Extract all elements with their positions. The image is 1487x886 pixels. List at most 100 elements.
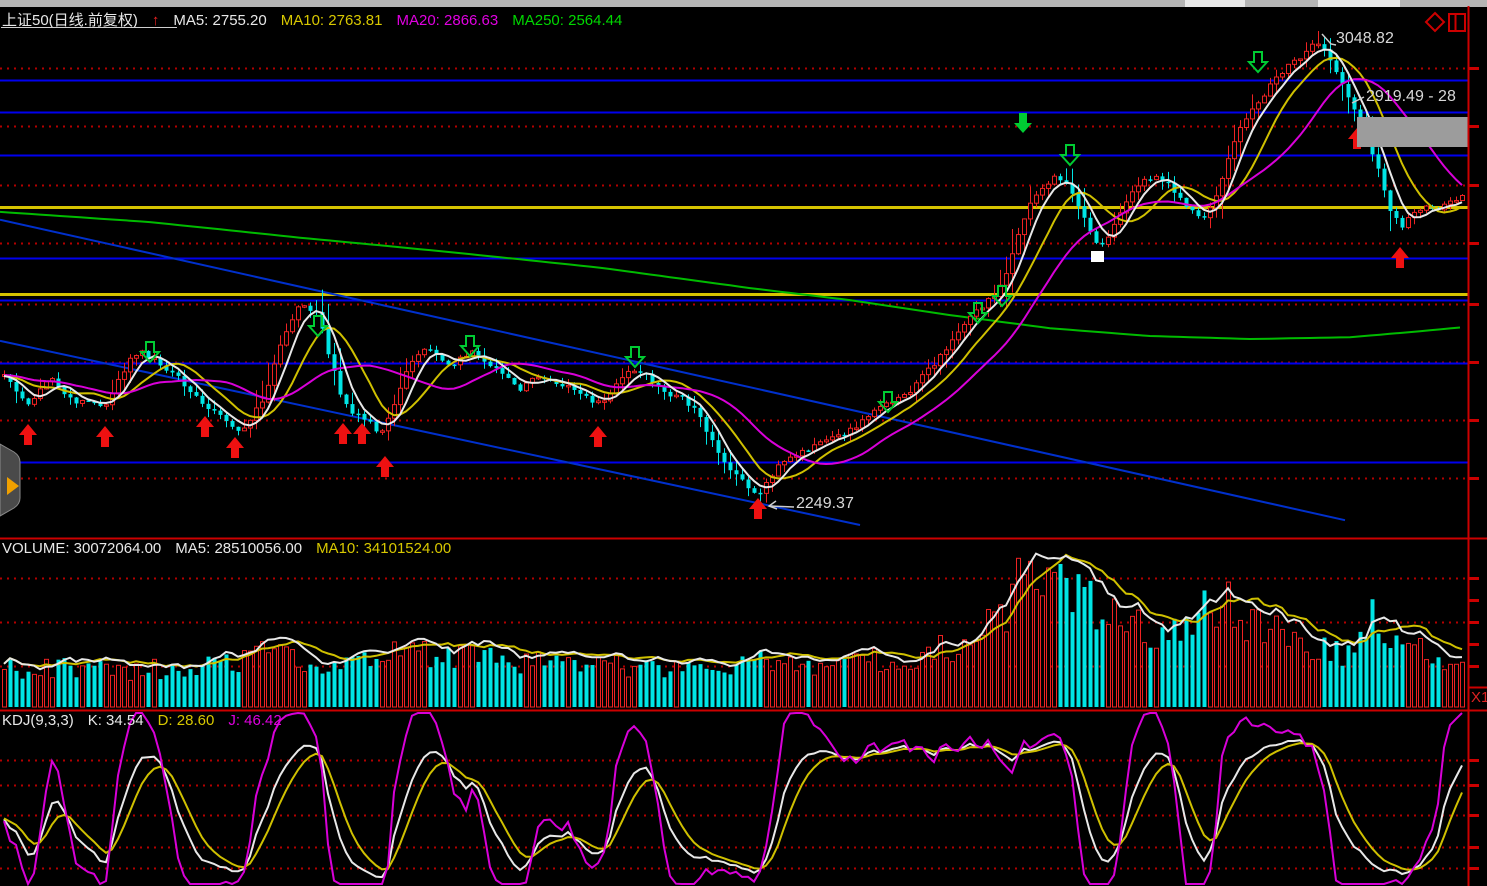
volume-bar-up <box>1233 627 1237 707</box>
volume-bar-up <box>1245 641 1249 707</box>
volume-bar-up <box>951 662 955 707</box>
candle-body-up <box>801 450 805 455</box>
volume-bar-up <box>921 652 925 707</box>
volume-bar-up <box>1107 624 1111 707</box>
volume-bar-up <box>3 669 7 707</box>
volume-bar-down <box>645 660 649 707</box>
volume-ma10-value: MA10: 34101524.00 <box>316 540 451 557</box>
volume-bar-down <box>1071 612 1075 707</box>
candle-body-up <box>963 324 967 332</box>
volume-bar-down <box>1437 657 1441 707</box>
kdj-k-value: K: 34.54 <box>88 712 144 729</box>
volume-bar-up <box>1293 632 1297 707</box>
split-window-icon[interactable] <box>1449 14 1465 31</box>
candle-body-up <box>417 355 421 362</box>
volume-bar-up <box>1035 589 1039 707</box>
volume-bar-down <box>1083 587 1087 707</box>
candle-body-down <box>1197 210 1201 216</box>
candle-body-up <box>975 310 979 316</box>
volume-bar-down <box>1401 644 1405 707</box>
volume-bar-down <box>1347 645 1351 707</box>
diamond-tool-icon[interactable] <box>1426 13 1444 31</box>
candle-body-up <box>597 401 601 403</box>
stock-chart-app: 上证50(日线.前复权)↑MA5: 2755.20MA10: 2763.81MA… <box>0 0 1487 886</box>
volume-bar-up <box>1449 664 1453 707</box>
candle-body-down <box>1383 169 1387 191</box>
buy-arrow-icon <box>589 426 607 447</box>
candle-body-up <box>777 465 781 476</box>
candle-body-up <box>1131 192 1135 202</box>
volume-bar-up <box>1011 584 1015 707</box>
volume-bar-up <box>1131 616 1135 707</box>
volume-bar-up <box>1041 596 1045 707</box>
volume-bar-up <box>1251 610 1255 707</box>
candle-body-down <box>711 432 715 440</box>
candle-body-up <box>603 401 607 403</box>
trend-line <box>0 220 1345 521</box>
volume-bar-up <box>675 661 679 707</box>
chart-canvas[interactable] <box>0 0 1487 886</box>
candle-body-up <box>1011 254 1015 274</box>
volume-bar-up <box>615 656 619 707</box>
candle-body-up <box>909 393 913 395</box>
volume-bar-down <box>453 668 457 707</box>
volume-bar-up <box>765 659 769 707</box>
sell-arrow-icon <box>1249 52 1267 72</box>
volume-bar-down <box>1065 578 1069 707</box>
volume-bar-down <box>177 671 181 707</box>
volume-bar-down <box>561 661 565 707</box>
candle-body-up <box>1107 237 1111 244</box>
candle-body-up <box>117 379 121 393</box>
volume-bar-down <box>1095 629 1099 707</box>
volume-bar-up <box>861 655 865 707</box>
candle-body-down <box>195 392 199 396</box>
candle-body-up <box>1023 219 1027 235</box>
volume-bar-down <box>57 660 61 707</box>
volume-bar-down <box>513 667 517 707</box>
candle-body-up <box>1281 74 1285 77</box>
volume-bar-up <box>243 651 247 707</box>
candle-body-down <box>21 391 25 398</box>
candle-body-down <box>27 398 31 404</box>
candle-body-down <box>75 397 79 403</box>
volume-bar-down <box>1173 619 1177 707</box>
volume-bar-down <box>1353 653 1357 707</box>
candle-body-up <box>1257 103 1261 109</box>
volume-bar-down <box>93 666 97 707</box>
volume-bar-up <box>897 669 901 707</box>
volume-bar-up <box>1455 664 1459 707</box>
volume-bar-down <box>507 662 511 707</box>
volume-bar-up <box>1275 616 1279 707</box>
volume-bar-down <box>165 675 169 707</box>
candle-body-up <box>33 399 37 405</box>
volume-bar-up <box>297 667 301 707</box>
volume-bar-down <box>519 673 523 707</box>
volume-bar-up <box>1281 629 1285 707</box>
candle-body-down <box>237 427 241 431</box>
candle-body-up <box>1137 186 1141 192</box>
volume-bar-down <box>693 665 697 707</box>
buy-arrow-icon <box>196 416 214 437</box>
volume-bar-up <box>909 669 913 707</box>
volume-bar-down <box>741 656 745 707</box>
candle-body-up <box>951 340 955 350</box>
ma10-line <box>4 58 1462 479</box>
volume-bar-up <box>1143 643 1147 707</box>
volume-bar-down <box>147 673 151 707</box>
candle-body-up <box>825 440 829 442</box>
volume-bar-up <box>831 666 835 707</box>
volume-bar-up <box>981 635 985 707</box>
candle-body-down <box>1083 206 1087 218</box>
volume-bar-up <box>621 669 625 707</box>
kdj-j-value: J: 46.42 <box>228 712 281 729</box>
volume-bar-down <box>591 665 595 707</box>
candle-body-up <box>81 400 85 403</box>
candle-body-up <box>1251 109 1255 119</box>
volume-bar-up <box>825 667 829 707</box>
volume-bar-down <box>687 662 691 707</box>
candle-body-up <box>1287 64 1291 73</box>
volume-bar-down <box>1185 617 1189 707</box>
candle-body-down <box>1149 179 1153 181</box>
volume-bar-up <box>81 666 85 707</box>
volume-bar-down <box>159 679 163 707</box>
